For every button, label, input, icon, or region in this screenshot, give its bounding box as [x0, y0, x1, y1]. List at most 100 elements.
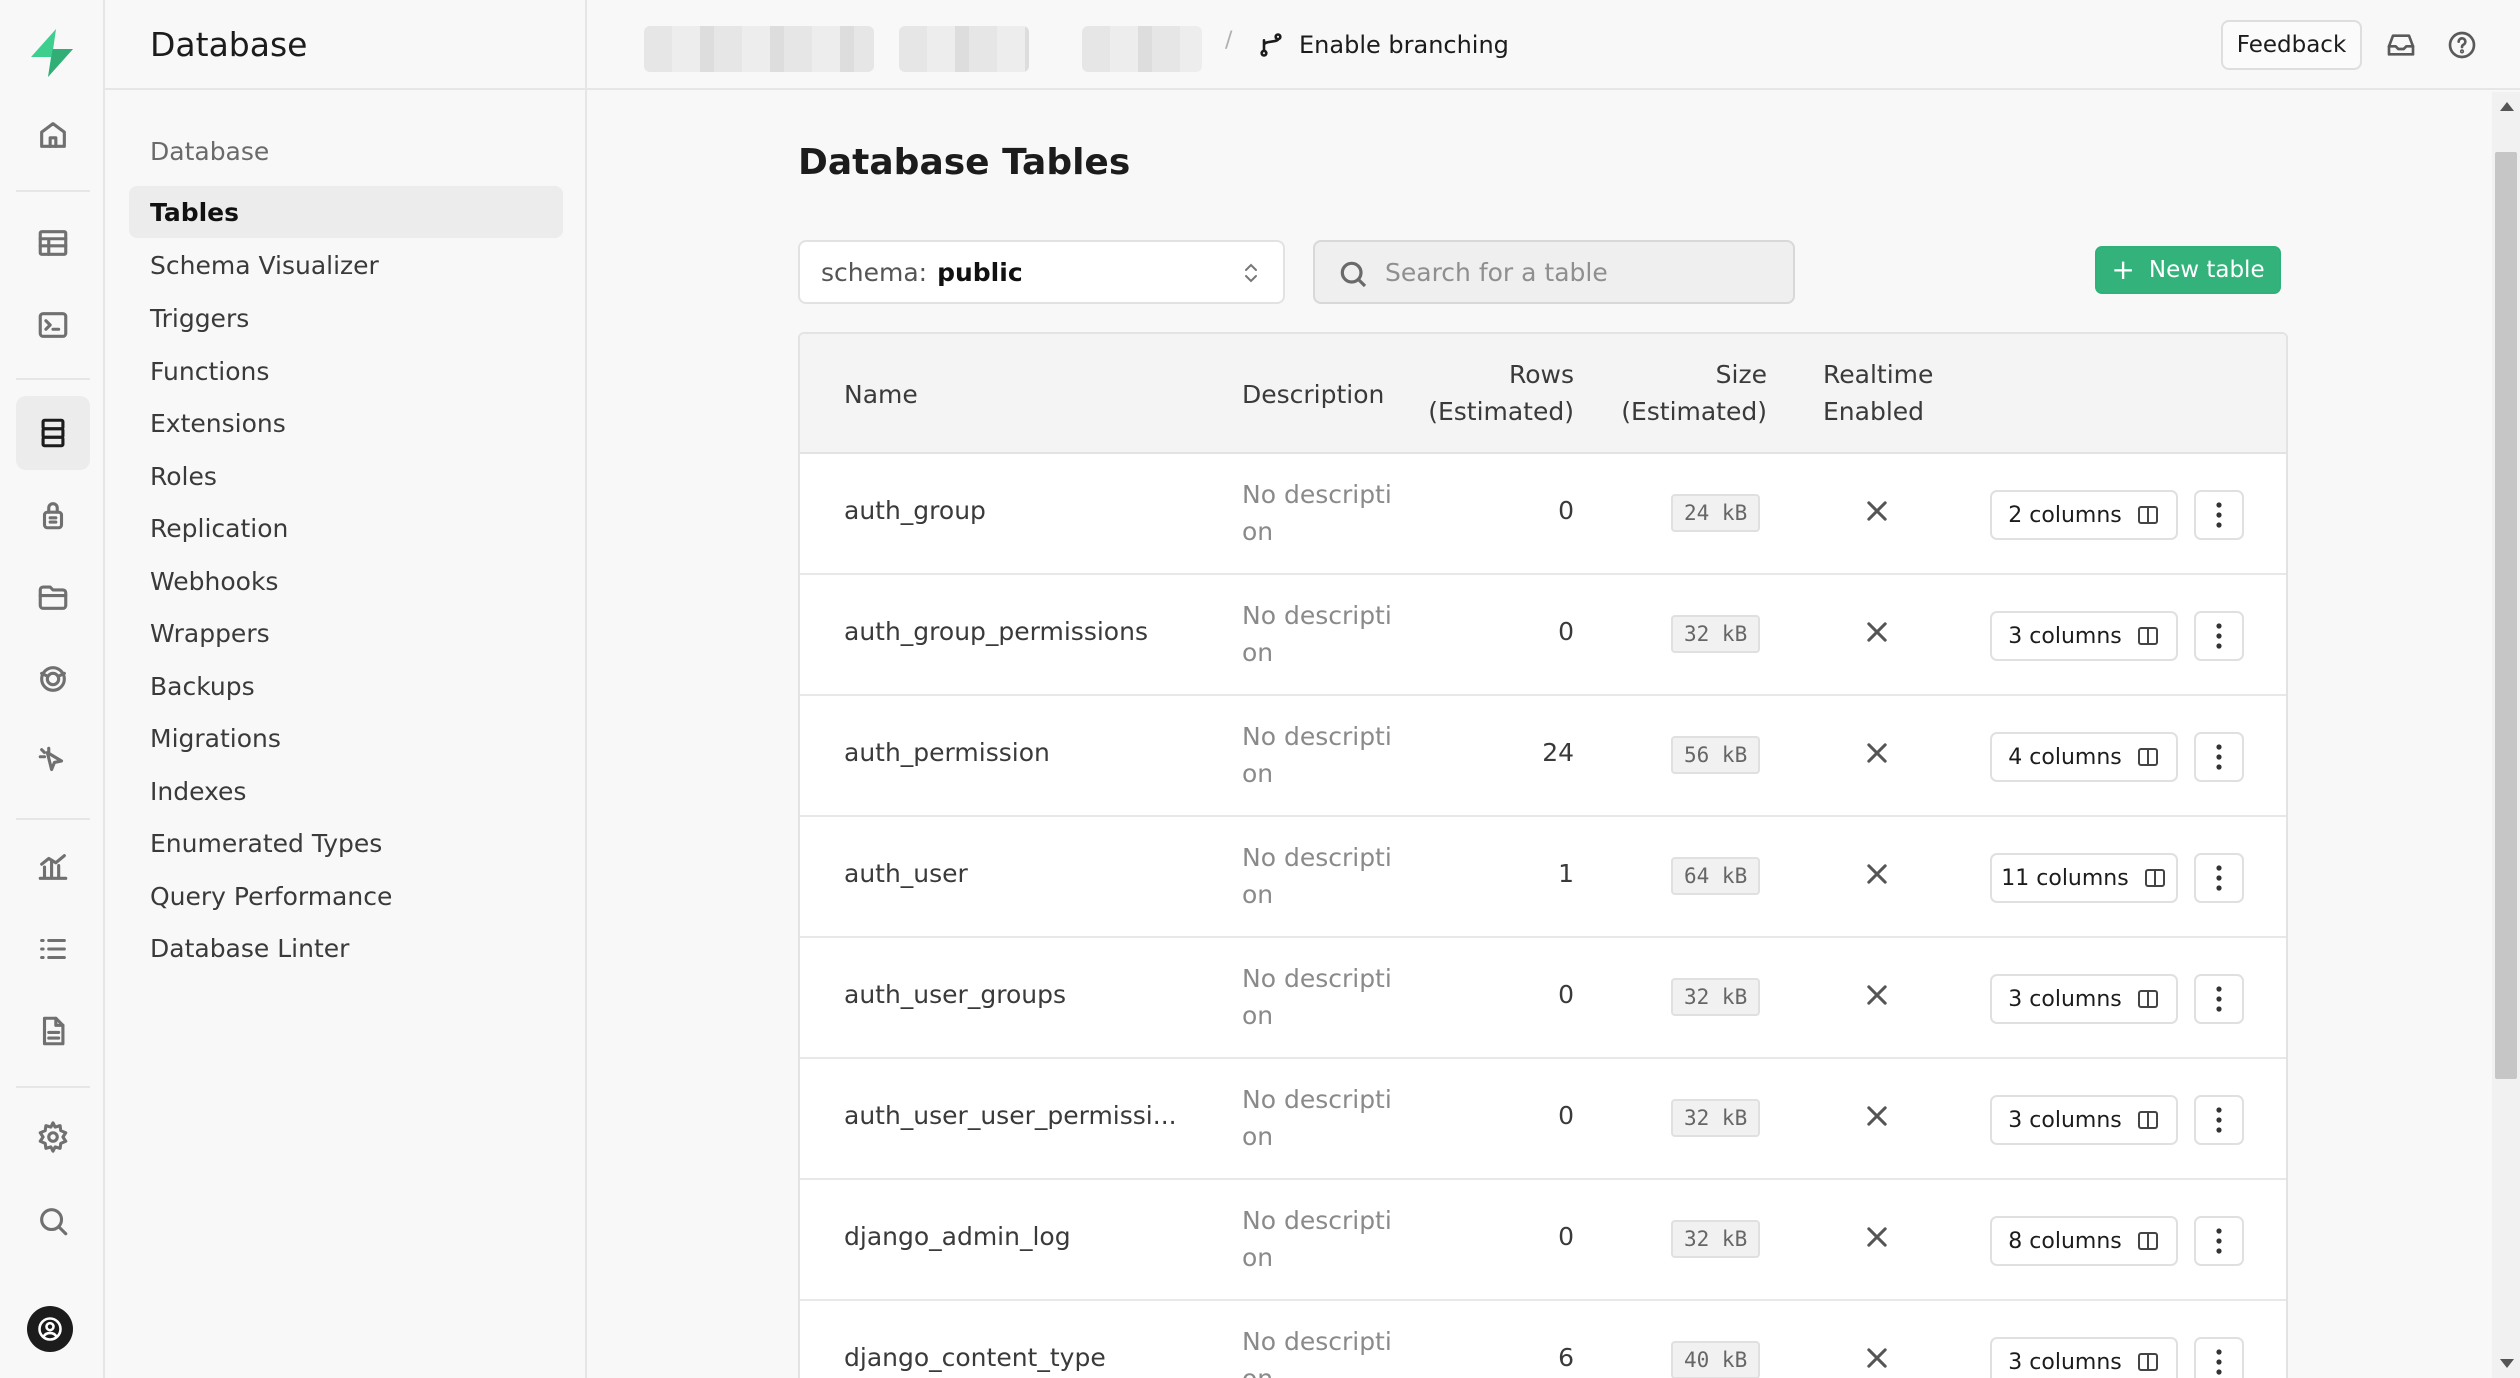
view-columns-button[interactable]: 4 columns: [1990, 732, 2178, 782]
new-table-button[interactable]: + New table: [2095, 246, 2281, 294]
table-name[interactable]: django_content_type: [844, 1343, 1106, 1372]
avatar[interactable]: [27, 1306, 73, 1352]
vertical-scrollbar[interactable]: [2492, 92, 2520, 1378]
table-name[interactable]: auth_group: [844, 496, 986, 525]
size-header-line2: (Estimated): [1621, 397, 1767, 426]
table-name[interactable]: auth_permission: [844, 738, 1050, 767]
sql-editor-icon[interactable]: [16, 288, 90, 362]
sidebar-item-extensions[interactable]: Extensions: [129, 397, 563, 449]
supabase-logo-icon[interactable]: [27, 27, 77, 79]
table-row-count: 0: [1558, 1101, 1574, 1130]
rail-divider: [16, 378, 90, 380]
database-icon[interactable]: [16, 396, 90, 470]
sidebar-item-database-linter[interactable]: Database Linter: [129, 922, 563, 974]
home-icon[interactable]: [16, 98, 90, 172]
inbox-icon[interactable]: [2383, 27, 2419, 63]
more-options-button[interactable]: [2194, 853, 2244, 903]
more-options-button[interactable]: [2194, 1095, 2244, 1145]
more-options-button[interactable]: [2194, 1216, 2244, 1266]
table-description: No description: [1242, 1327, 1392, 1378]
sidebar-item-migrations[interactable]: Migrations: [129, 712, 563, 764]
columns-count-label: 2 columns: [2008, 502, 2122, 528]
table-description: No description: [1242, 964, 1392, 1030]
table-name[interactable]: auth_group_permissions: [844, 617, 1148, 646]
redacted-branch-name[interactable]: [1082, 26, 1202, 72]
sidebar-item-functions[interactable]: Functions: [129, 345, 563, 397]
sidebar-item-replication[interactable]: Replication: [129, 502, 563, 554]
table-name[interactable]: auth_user_user_permissi...: [844, 1101, 1174, 1130]
columns-count-label: 3 columns: [2008, 1349, 2122, 1375]
view-columns-button[interactable]: 3 columns: [1990, 611, 2178, 661]
scroll-up-arrow-icon[interactable]: [2500, 102, 2514, 111]
more-options-button[interactable]: [2194, 611, 2244, 661]
view-columns-button[interactable]: 11 columns: [1990, 853, 2178, 903]
table-row[interactable]: auth_permission No description 24 56 kB 4 co…: [800, 696, 2286, 817]
view-columns-button[interactable]: 8 columns: [1990, 1216, 2178, 1266]
auth-icon[interactable]: [16, 478, 90, 552]
schema-selector[interactable]: schema: public: [798, 240, 1285, 304]
columns-count-label: 3 columns: [2008, 986, 2122, 1012]
table-row[interactable]: auth_group No description 0 24 kB 2 columns: [800, 454, 2286, 575]
rows-header-line2: (Estimated): [1428, 397, 1574, 426]
columns-count-label: 3 columns: [2008, 1107, 2122, 1133]
table-row[interactable]: auth_group_permissions No description 0 32 …: [800, 575, 2286, 696]
search-placeholder: Search for a table: [1385, 257, 1608, 287]
sidebar-item-wrappers[interactable]: Wrappers: [129, 607, 563, 659]
redacted-org-name[interactable]: [644, 26, 874, 72]
more-options-button[interactable]: [2194, 732, 2244, 782]
docs-icon[interactable]: [16, 994, 90, 1068]
table-name[interactable]: django_admin_log: [844, 1222, 1071, 1251]
logs-icon[interactable]: [16, 912, 90, 986]
enable-branching-button[interactable]: Enable branching: [1257, 22, 1509, 68]
edge-functions-icon[interactable]: [16, 724, 90, 798]
sidebar-item-enumerated-types[interactable]: Enumerated Types: [129, 817, 563, 869]
sidebar-group-title: Database: [150, 137, 270, 166]
sidebar-item-roles[interactable]: Roles: [129, 450, 563, 502]
more-options-button[interactable]: [2194, 974, 2244, 1024]
sidebar-item-tables[interactable]: Tables: [129, 186, 563, 238]
help-icon[interactable]: [2444, 27, 2480, 63]
table-header: Name Description Rows (Estimated) Size (…: [800, 334, 2286, 454]
settings-icon[interactable]: [16, 1100, 90, 1174]
more-options-button[interactable]: [2194, 1337, 2244, 1378]
view-columns-button[interactable]: 2 columns: [1990, 490, 2178, 540]
sidebar-item-schema-visualizer[interactable]: Schema Visualizer: [129, 239, 563, 291]
rail-divider: [16, 1086, 90, 1088]
rows-header-line1: Rows: [1508, 360, 1574, 389]
table-row[interactable]: django_content_type No description 6 40 kB 3…: [800, 1301, 2286, 1378]
scrollbar-thumb[interactable]: [2495, 152, 2517, 1079]
storage-icon[interactable]: [16, 560, 90, 634]
table-search-input[interactable]: Search for a table: [1313, 240, 1795, 304]
table-row[interactable]: django_admin_log No description 0 32 kB 8 co…: [800, 1180, 2286, 1301]
realtime-disabled-x-icon: [1863, 1344, 1891, 1372]
table-name[interactable]: auth_user_groups: [844, 980, 1066, 1009]
view-columns-button[interactable]: 3 columns: [1990, 1095, 2178, 1145]
table-name[interactable]: auth_user: [844, 859, 968, 888]
table-size-badge: 64 kB: [1671, 857, 1761, 895]
table-editor-icon[interactable]: [16, 206, 90, 280]
table-row[interactable]: auth_user_user_permissi... No description…: [800, 1059, 2286, 1180]
enable-branching-label: Enable branching: [1299, 31, 1509, 59]
main-content: Database Tables schema: public Search fo…: [587, 92, 2492, 1378]
scroll-down-arrow-icon[interactable]: [2500, 1359, 2514, 1368]
more-options-button[interactable]: [2194, 490, 2244, 540]
sidebar-item-backups[interactable]: Backups: [129, 660, 563, 712]
feedback-button[interactable]: Feedback: [2221, 20, 2362, 70]
icon-rail: [0, 0, 105, 1378]
table-row[interactable]: auth_user_groups No description 0 32 kB 3 co…: [800, 938, 2286, 1059]
sidebar-item-query-performance[interactable]: Query Performance: [129, 870, 563, 922]
realtime-icon[interactable]: [16, 642, 90, 716]
table-description: No description: [1242, 480, 1392, 546]
realtime-disabled-x-icon: [1863, 497, 1891, 525]
realtime-header-line2: Enabled: [1823, 397, 1925, 426]
table-row[interactable]: auth_user No description 1 64 kB 11 columns: [800, 817, 2286, 938]
view-columns-button[interactable]: 3 columns: [1990, 1337, 2178, 1378]
sidebar-item-triggers[interactable]: Triggers: [129, 292, 563, 344]
redacted-project-name[interactable]: [899, 26, 1029, 72]
reports-icon[interactable]: [16, 830, 90, 904]
sidebar-item-webhooks[interactable]: Webhooks: [129, 555, 563, 607]
view-columns-button[interactable]: 3 columns: [1990, 974, 2178, 1024]
search-icon[interactable]: [16, 1184, 90, 1258]
table-description: No description: [1242, 1206, 1392, 1272]
sidebar-item-indexes[interactable]: Indexes: [129, 765, 563, 817]
